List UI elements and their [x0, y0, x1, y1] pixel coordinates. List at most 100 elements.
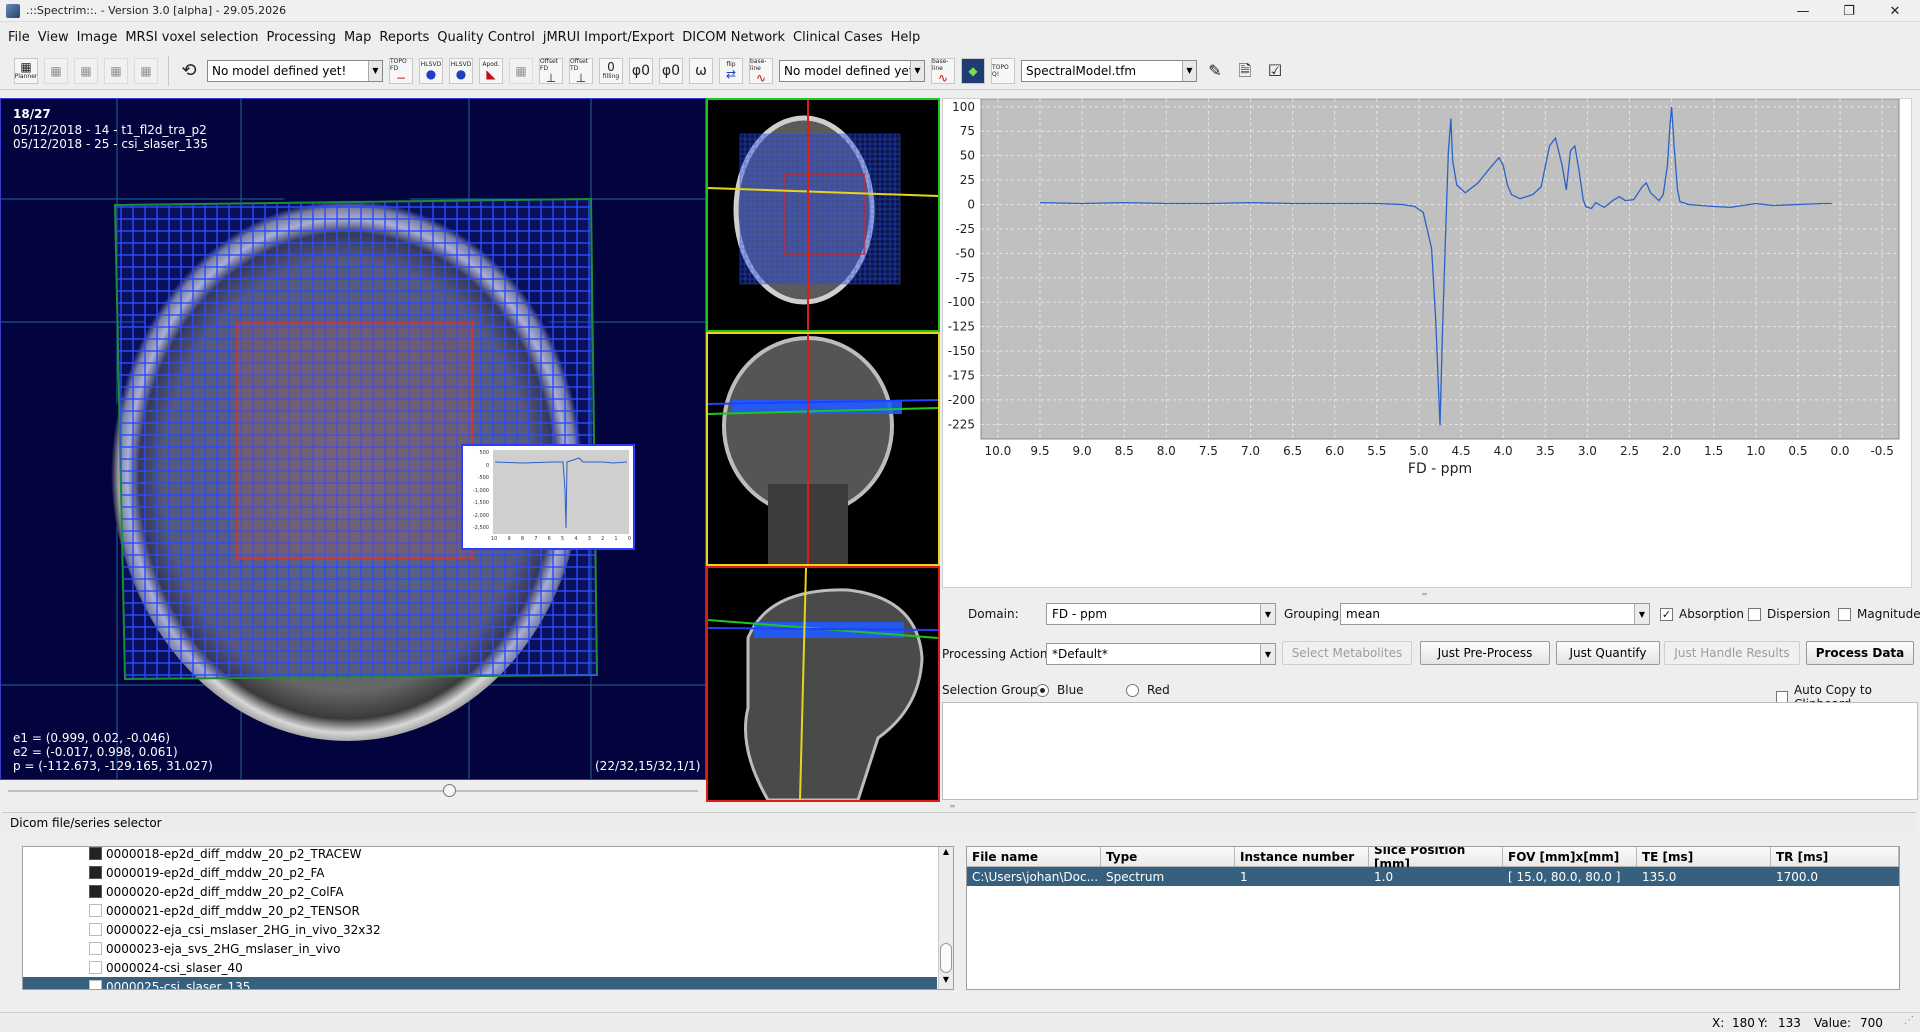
tree-item[interactable]: 0000024-csi_slaser_40: [23, 958, 937, 977]
spectrum-chart[interactable]: 100 75 50 25 0 -25 -50 -75 -100 -125 -150 -175 -200 -…: [942, 98, 1912, 588]
slice-slider[interactable]: [0, 782, 706, 800]
col-type[interactable]: Type: [1101, 847, 1235, 867]
menu-quality-control[interactable]: Quality Control: [437, 30, 535, 45]
offset-fd-button[interactable]: Offset FD ⊥: [539, 57, 563, 84]
menu-help[interactable]: Help: [891, 30, 921, 45]
just-preprocess-button[interactable]: Just Pre-Process: [1420, 641, 1550, 665]
menu-clinical-cases[interactable]: Clinical Cases: [793, 30, 883, 45]
tree-item-selected[interactable]: 0000025-csi_slaser_135: [23, 977, 937, 989]
model-file-combo[interactable]: SpectralModel.tfm ▼: [1021, 59, 1197, 82]
tree-scrollbar[interactable]: ▲ ▼: [938, 847, 953, 989]
y-tick-label: -150: [948, 344, 975, 358]
tree-item[interactable]: 0000020-ep2d_diff_mddw_20_p2_ColFA: [23, 882, 937, 901]
baseline-button[interactable]: base-line ∿: [749, 57, 773, 84]
menu-jmrui-import-export[interactable]: jMRUI Import/Export: [543, 30, 674, 45]
dicom-series-tree[interactable]: 0000018-ep2d_diff_mddw_20_p2_TRACEW 0000…: [22, 846, 954, 990]
dispersion-label: Dispersion: [1767, 607, 1831, 621]
menu-file[interactable]: File: [8, 30, 30, 45]
menu-map[interactable]: Map: [344, 30, 371, 45]
tree-item[interactable]: 0000022-eja_csi_mslaser_2HG_in_vivo_32x3…: [23, 920, 937, 939]
col-te[interactable]: TE [ms]: [1637, 847, 1771, 867]
model-document-button[interactable]: 🗎: [1233, 58, 1257, 84]
lcmodel-button[interactable]: ◆: [961, 57, 985, 84]
mri-main-view[interactable]: 18/27 05/12/2018 - 14 - t1_fl2d_tra_p2 0…: [0, 98, 706, 780]
maximize-button[interactable]: ❐: [1826, 0, 1872, 22]
dispersion-checkbox[interactable]: Dispersion: [1748, 607, 1830, 621]
tree-item[interactable]: 0000019-ep2d_diff_mddw_20_p2_FA: [23, 863, 937, 882]
model-combo-2[interactable]: No model defined yet! ▼: [779, 59, 925, 82]
scroll-thumb[interactable]: [940, 943, 952, 973]
refresh-model-button[interactable]: ⟲: [177, 58, 201, 84]
offset-td-button[interactable]: Offset TD ⊥: [569, 57, 593, 84]
cell-slice-position[interactable]: 1.0: [1369, 867, 1503, 886]
tree-item[interactable]: 0000018-ep2d_diff_mddw_20_p2_TRACEW: [23, 846, 937, 863]
baseline2-button[interactable]: base-line ∿: [931, 57, 955, 84]
zero-filling-button[interactable]: 0 filling: [599, 57, 623, 84]
col-slice-position[interactable]: Slice Position [mm]: [1369, 847, 1503, 871]
edit-model-button[interactable]: ✎: [1203, 58, 1227, 84]
resize-grip-icon[interactable]: ⋰: [1904, 1015, 1914, 1026]
close-button[interactable]: ✕: [1872, 0, 1918, 22]
col-tr[interactable]: TR [ms]: [1771, 847, 1899, 867]
cell-fov[interactable]: [ 15.0, 80.0, 80.0 ]: [1503, 867, 1637, 886]
frequency-button[interactable]: ω: [689, 57, 713, 84]
red-radio[interactable]: Red: [1126, 683, 1170, 697]
blue-radio[interactable]: Blue: [1036, 683, 1084, 697]
cell-file-name[interactable]: C:\Users\johan\Doc...: [967, 867, 1101, 886]
planner-button[interactable]: ▦ Planner: [14, 57, 38, 84]
nav-button-2[interactable]: ▦: [44, 57, 68, 84]
scroll-down-icon[interactable]: ▼: [939, 975, 953, 989]
menu-view[interactable]: View: [38, 30, 69, 45]
chevron-down-icon: ▼: [1182, 60, 1196, 81]
phase0-button[interactable]: φ0: [629, 57, 653, 84]
model-combo-1[interactable]: No model defined yet! ▼: [207, 59, 383, 82]
tree-item-label: 0000018-ep2d_diff_mddw_20_p2_TRACEW: [106, 846, 362, 861]
results-text-area[interactable]: [942, 702, 1918, 800]
select-metabolites-button[interactable]: Select Metabolites: [1282, 641, 1412, 665]
voxel-spectrum-preview[interactable]: 500 0 -500 -1,000 -1,500 -2,000 -2,500 10 9 8 7 6 5…: [461, 444, 635, 550]
menu-dicom-network[interactable]: DICOM Network: [682, 30, 785, 45]
tool-disabled-button[interactable]: ▦: [509, 57, 533, 84]
tree-item[interactable]: 0000021-ep2d_diff_mddw_20_p2_TENSOR: [23, 901, 937, 920]
nav-button-4[interactable]: ▦: [104, 57, 128, 84]
processing-action-select[interactable]: *Default* ▼: [1046, 643, 1276, 665]
menu-mrsi-voxel-selection[interactable]: MRSI voxel selection: [125, 30, 258, 45]
menu-processing[interactable]: Processing: [267, 30, 336, 45]
splitter-grip[interactable]: ═: [950, 802, 955, 811]
cell-tr[interactable]: 1700.0: [1771, 867, 1899, 886]
sagittal-view[interactable]: [706, 566, 940, 802]
flip-button[interactable]: flip ⇄: [719, 57, 743, 84]
hlsvd-button[interactable]: HLSVD ●: [419, 57, 443, 84]
topo-q-button[interactable]: TOPO Q!: [991, 57, 1015, 84]
menu-reports[interactable]: Reports: [379, 30, 429, 45]
topo-fd-button[interactable]: TOPO FD −: [389, 57, 413, 84]
apodization-button[interactable]: Apod. ◣: [479, 57, 503, 84]
col-file-name[interactable]: File name: [967, 847, 1101, 867]
coronal-view[interactable]: [706, 332, 940, 566]
cell-te[interactable]: 135.0: [1637, 867, 1771, 886]
absorption-checkbox[interactable]: ✓ Absorption: [1660, 607, 1744, 621]
just-handle-results-button[interactable]: Just Handle Results: [1664, 641, 1800, 665]
axial-view[interactable]: [706, 98, 940, 332]
nav-button-5[interactable]: ▦: [134, 57, 158, 84]
tree-item[interactable]: 0000023-eja_svs_2HG_mslaser_in_vivo: [23, 939, 937, 958]
col-instance-number[interactable]: Instance number: [1235, 847, 1369, 867]
checklist-button[interactable]: ☑: [1263, 58, 1287, 84]
scroll-up-icon[interactable]: ▲: [939, 847, 953, 861]
just-quantify-button[interactable]: Just Quantify: [1556, 641, 1660, 665]
domain-select[interactable]: FD - ppm ▼: [1046, 603, 1276, 625]
grouping-select[interactable]: mean ▼: [1340, 603, 1650, 625]
cell-instance-number[interactable]: 1: [1235, 867, 1369, 886]
menu-image[interactable]: Image: [77, 30, 118, 45]
dicom-file-table[interactable]: File name Type Instance number Slice Pos…: [966, 846, 1900, 990]
minimize-button[interactable]: —: [1780, 0, 1826, 22]
phase1-button[interactable]: φ0: [659, 57, 683, 84]
process-data-button[interactable]: Process Data: [1806, 641, 1914, 665]
nav-button-3[interactable]: ▦: [74, 57, 98, 84]
slider-thumb[interactable]: [442, 784, 456, 797]
magnitude-checkbox[interactable]: Magnitude: [1838, 607, 1920, 621]
cell-type[interactable]: Spectrum: [1101, 867, 1235, 886]
hlsvd2-button[interactable]: HLSVD ●: [449, 57, 473, 84]
splitter-grip[interactable]: ═: [1422, 590, 1427, 599]
col-fov[interactable]: FOV [mm]x[mm]: [1503, 847, 1637, 867]
